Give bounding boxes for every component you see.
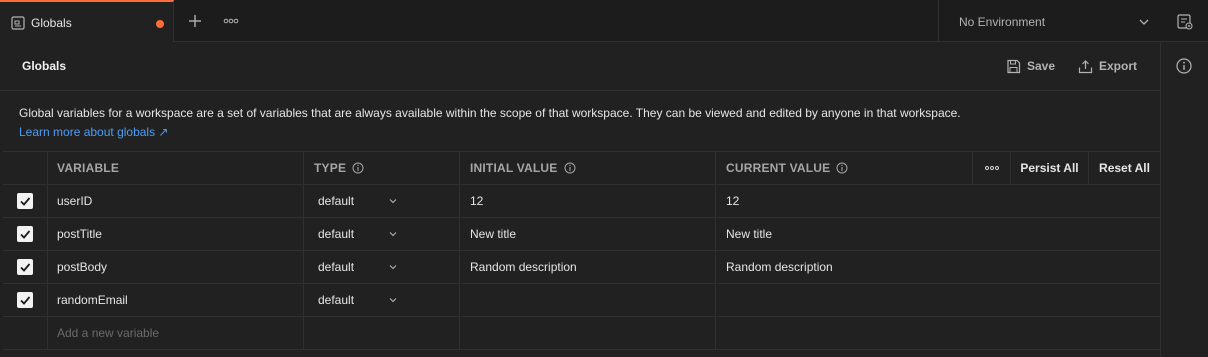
row-checkbox[interactable] [17,259,33,275]
tab-bar: Globals No Environment [0,0,1208,42]
new-current-value-cell[interactable] [716,317,1160,349]
type-value: default [318,227,355,241]
current-value-cell[interactable]: New title [716,218,1160,250]
variable-name-cell[interactable]: userID [48,185,304,217]
page-title: Globals [22,59,67,73]
variable-name-cell[interactable]: postBody [48,251,304,283]
info-icon[interactable] [836,162,848,174]
chevron-down-icon [389,265,397,270]
save-button[interactable]: Save [1006,57,1055,75]
info-icon[interactable] [1176,58,1192,74]
new-variable-row: Add a new variable [3,317,1160,350]
table-header-row: VARIABLE TYPE INITIAL VALUE CURRENT VALU… [3,151,1160,185]
table-row: postTitle default New title New title [3,218,1160,251]
chevron-down-icon [389,232,397,237]
initial-value-cell[interactable]: New title [460,218,716,250]
environment-label: No Environment [959,15,1046,29]
persist-all-button[interactable]: Persist All [1011,152,1089,184]
check-icon [20,230,31,239]
type-select[interactable]: default [304,185,460,217]
save-icon [1007,59,1021,73]
description-text: Global variables for a workspace are a s… [19,106,961,120]
row-checkbox[interactable] [17,292,33,308]
current-value-cell[interactable]: 12 [716,185,1160,217]
chevron-down-icon [1138,16,1150,28]
current-value-cell[interactable]: Random description [716,251,1160,283]
row-checkbox[interactable] [17,193,33,209]
table-row: randomEmail default [3,284,1160,317]
initial-value-cell[interactable] [460,284,716,316]
info-icon[interactable] [564,162,576,174]
learn-more-link[interactable]: Learn more about globals ↗ [19,125,168,139]
type-select[interactable]: default [304,284,460,316]
plus-icon[interactable] [186,12,204,30]
check-icon [20,296,31,305]
current-value-cell[interactable] [716,284,1160,316]
chevron-down-icon [389,199,397,204]
tab-globals[interactable]: Globals [0,0,174,42]
info-icon[interactable] [352,162,364,174]
check-icon [20,263,31,272]
more-icon [984,166,999,170]
export-label: Export [1099,59,1138,73]
type-value: default [318,293,355,307]
unsaved-dot-icon [156,20,164,28]
save-label: Save [1027,59,1056,73]
column-header-current-value: CURRENT VALUE [726,161,831,175]
variable-name-cell[interactable]: postTitle [48,218,304,250]
export-button[interactable]: Export [1078,57,1137,75]
new-variable-input[interactable]: Add a new variable [48,317,304,349]
environment-quick-look-icon[interactable] [1176,13,1194,31]
right-sidebar [1160,42,1208,357]
table-row: userID default 12 12 [3,185,1160,218]
more-icon[interactable] [222,12,240,30]
environment-selector[interactable]: No Environment [938,0,1160,42]
variable-name-cell[interactable]: randomEmail [48,284,304,316]
column-header-initial-value: INITIAL VALUE [470,161,558,175]
type-value: default [318,260,355,274]
globals-icon [11,16,25,30]
row-checkbox[interactable] [17,226,33,242]
divider [0,90,1160,91]
new-initial-value-cell[interactable] [460,317,716,349]
tab-label: Globals [31,16,72,30]
chevron-down-icon [389,298,397,303]
reset-all-button[interactable]: Reset All [1089,152,1160,184]
export-icon [1078,59,1093,73]
column-header-type: TYPE [314,161,347,175]
type-value: default [318,194,355,208]
table-more-button[interactable] [973,152,1011,184]
column-header-variable: VARIABLE [57,161,120,175]
table-row: postBody default Random description Rand… [3,251,1160,284]
initial-value-cell[interactable]: 12 [460,185,716,217]
type-select[interactable]: default [304,251,460,283]
initial-value-cell[interactable]: Random description [460,251,716,283]
check-icon [20,197,31,206]
type-select[interactable]: default [304,218,460,250]
